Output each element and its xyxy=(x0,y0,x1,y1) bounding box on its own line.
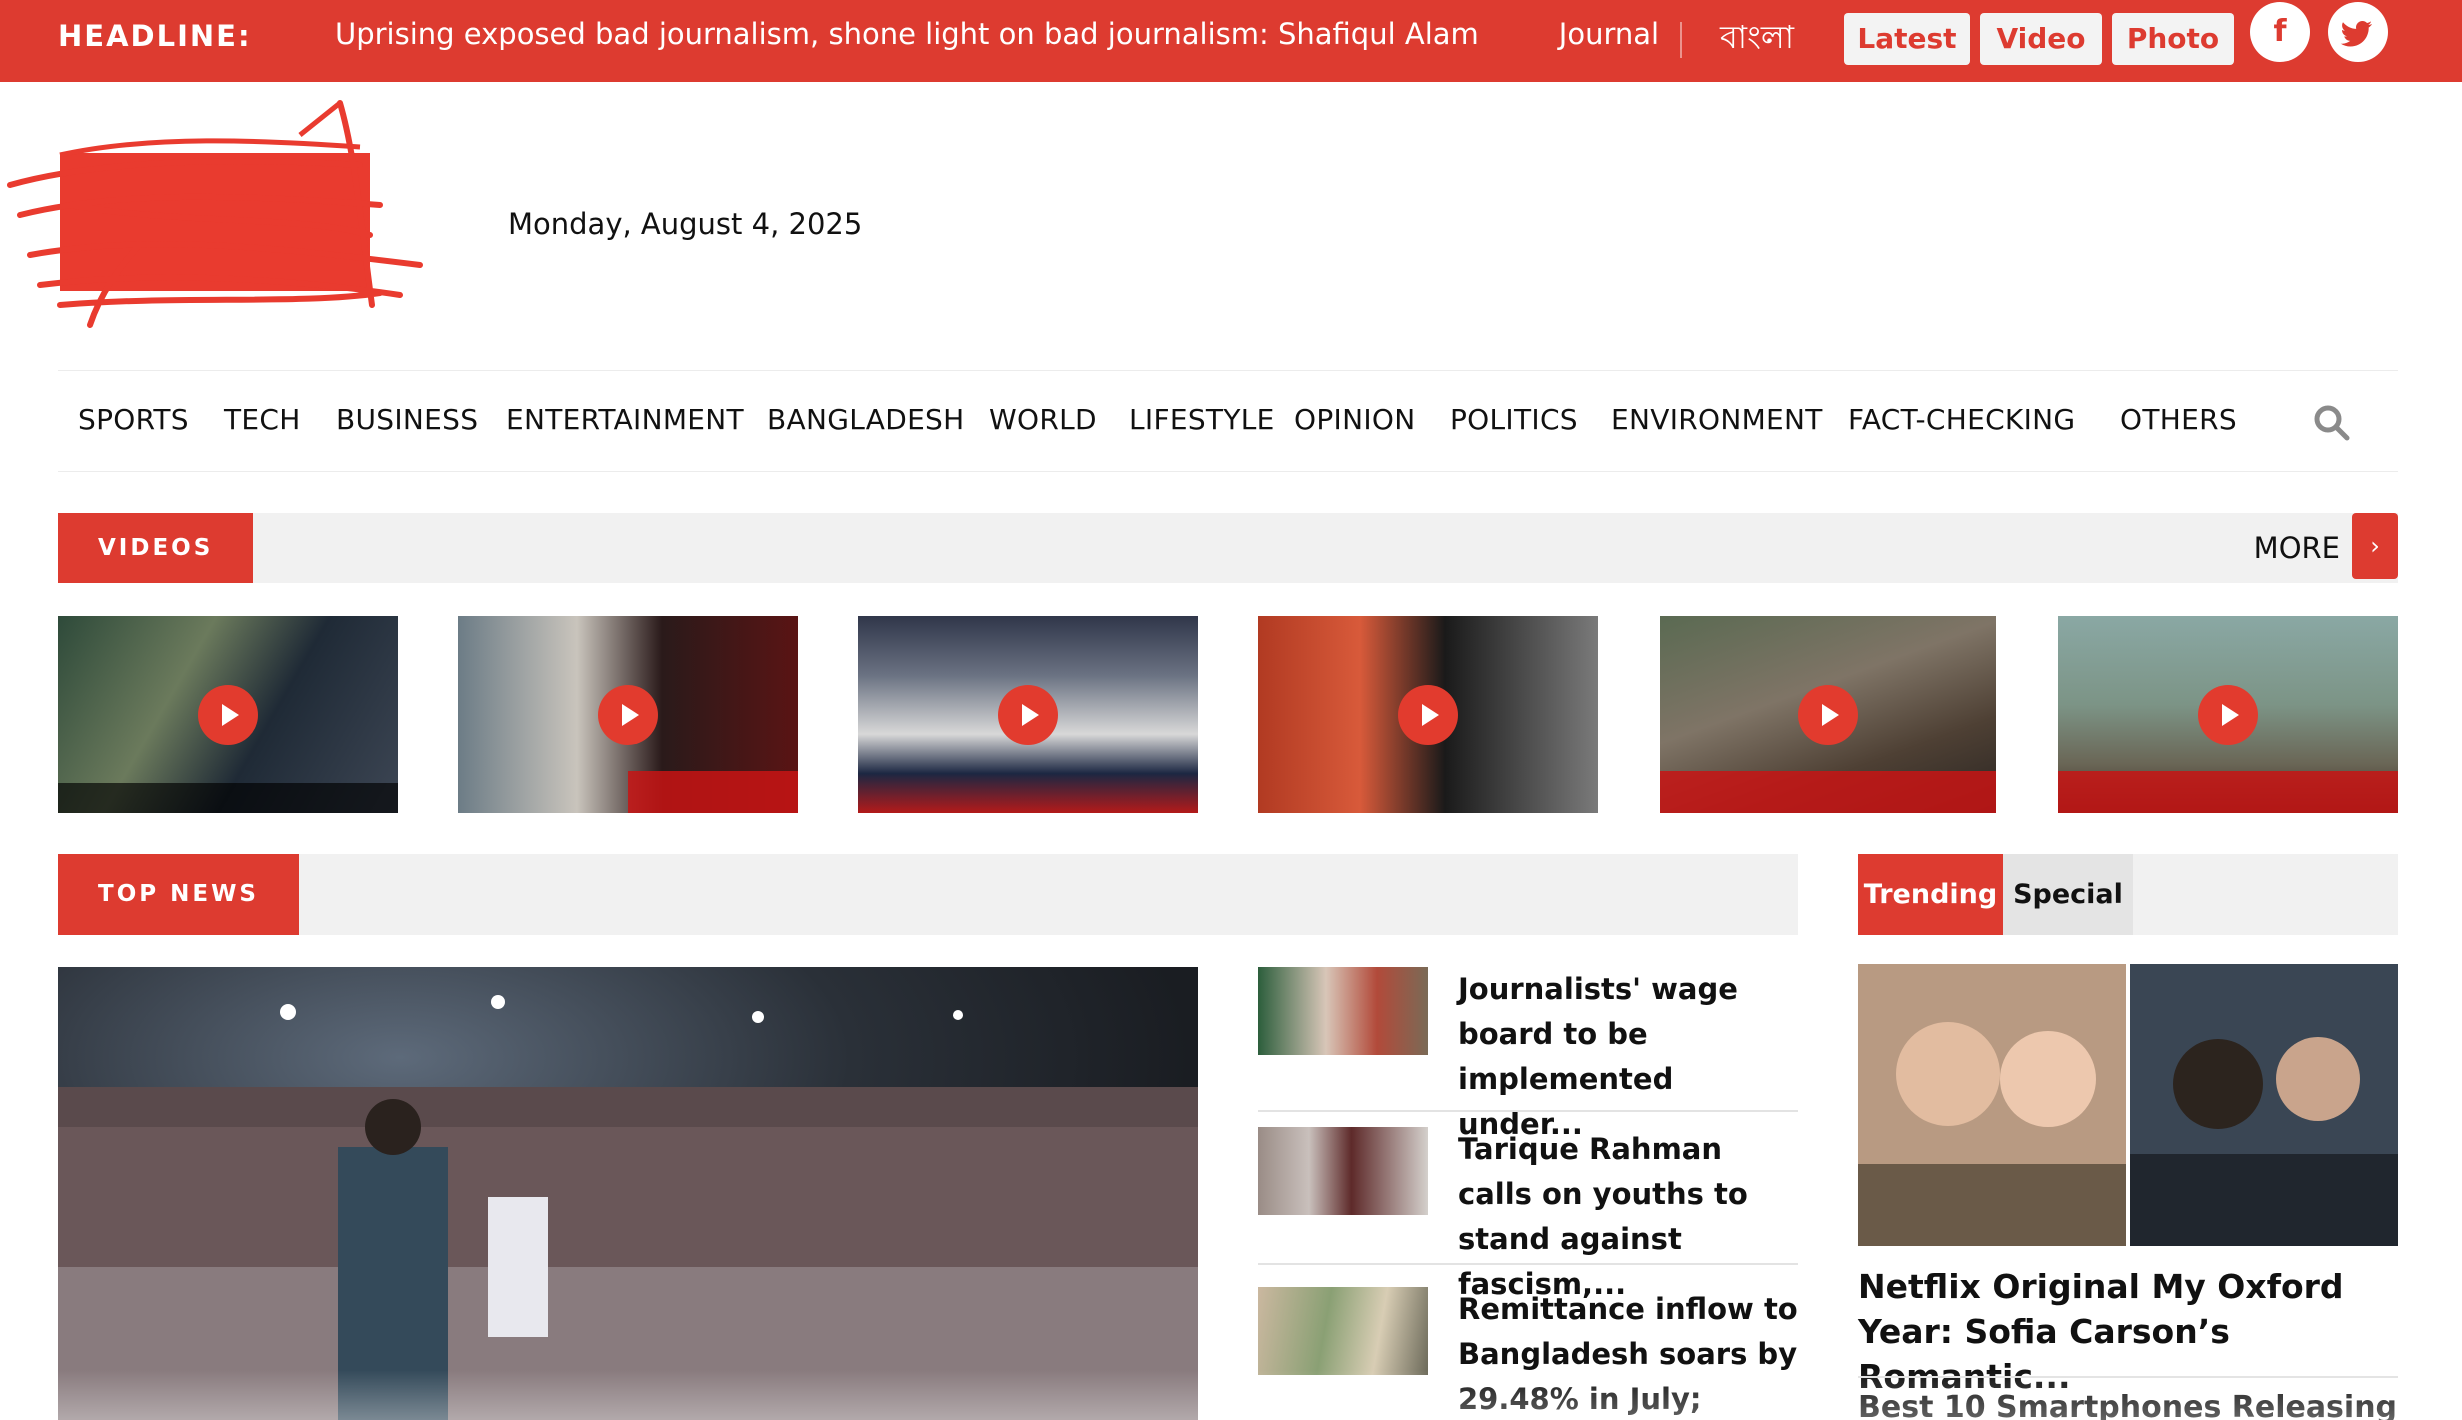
top-headline-bar: HEADLINE: Uprising exposed bad journalis… xyxy=(0,0,2462,82)
news-title[interactable]: Tarique Rahman calls on youths to stand … xyxy=(1458,1127,1798,1307)
twitter-bird-icon xyxy=(2340,21,2372,47)
trending-divider xyxy=(1858,1376,2398,1378)
facebook-icon[interactable]: f xyxy=(2250,2,2310,62)
search-icon[interactable] xyxy=(2312,403,2352,443)
video-thumbnail[interactable] xyxy=(1660,616,1996,813)
top-news-section-header: TOP NEWS xyxy=(58,854,1798,935)
news-divider xyxy=(1258,1263,1798,1265)
ticker-item[interactable]: Journalists' wage board to be implemente… xyxy=(1559,17,1660,51)
nav-item-tech[interactable]: TECH xyxy=(224,403,301,436)
photo-button[interactable]: Photo xyxy=(2112,13,2234,65)
movie-poster-image xyxy=(1858,964,2398,1246)
chevron-right-icon[interactable]: › xyxy=(2352,513,2398,579)
ticker-divider xyxy=(1680,22,1682,58)
videos-label: VIDEOS xyxy=(58,513,254,583)
thumbnail-caption-strip xyxy=(58,783,398,813)
news-divider xyxy=(1258,1110,1798,1112)
thumbnail-caption-strip xyxy=(1660,771,1996,813)
nav-item-business[interactable]: BUSINESS xyxy=(336,403,478,436)
video-thumbnail[interactable] xyxy=(458,616,798,813)
trending-feature-image[interactable] xyxy=(1858,964,2398,1246)
play-icon[interactable] xyxy=(198,684,258,745)
headline-ticker[interactable]: Uprising exposed bad journalism, shone l… xyxy=(335,0,1660,82)
nav-item-lifestyle[interactable]: LIFESTYLE xyxy=(1129,403,1275,436)
nav-item-fact-checking[interactable]: FACT-CHECKING xyxy=(1848,403,2075,436)
tab-trending[interactable]: Trending xyxy=(1858,854,2003,935)
news-thumbnail[interactable] xyxy=(1258,1287,1428,1375)
crowd-photo xyxy=(58,995,1198,1420)
site-logo-redacted[interactable] xyxy=(0,95,460,340)
play-icon[interactable] xyxy=(998,684,1058,745)
nav-item-others[interactable]: OTHERS xyxy=(2120,403,2237,436)
current-date: Monday, August 4, 2025 xyxy=(508,207,863,241)
nav-item-politics[interactable]: POLITICS xyxy=(1450,403,1578,436)
redaction-scribble xyxy=(7,100,423,328)
news-title[interactable]: Remittance inflow to Bangladesh soars by… xyxy=(1458,1287,1798,1420)
news-thumbnail[interactable] xyxy=(1258,1127,1428,1215)
nav-item-bangladesh[interactable]: BANGLADESH xyxy=(767,403,964,436)
play-icon[interactable] xyxy=(2198,684,2258,745)
video-thumbnail[interactable] xyxy=(58,616,398,813)
ticker-item[interactable]: Uprising exposed bad journalism, shone l… xyxy=(335,17,1479,51)
main-navigation: SPORTS TECH BUSINESS ENTERTAINMENT BANGL… xyxy=(58,370,2398,472)
top-news-main-image[interactable] xyxy=(58,967,1198,1420)
ticker-track: Uprising exposed bad journalism, shone l… xyxy=(335,17,1660,51)
trending-tabs: Trending Special xyxy=(1858,854,2398,935)
play-icon[interactable] xyxy=(598,684,658,745)
trending-feature-title[interactable]: Netflix Original My Oxford Year: Sofia C… xyxy=(1858,1264,2398,1399)
video-thumbnail[interactable] xyxy=(858,616,1198,813)
twitter-icon[interactable] xyxy=(2328,2,2388,62)
nav-item-opinion[interactable]: OPINION xyxy=(1294,403,1415,436)
news-thumbnail[interactable] xyxy=(1258,967,1428,1055)
headline-label: HEADLINE: xyxy=(58,19,252,53)
trending-next-title[interactable]: Best 10 Smartphones Releasing in xyxy=(1858,1390,2398,1420)
video-thumbnail[interactable] xyxy=(2058,616,2398,813)
play-icon[interactable] xyxy=(1398,684,1458,745)
magnifier-icon xyxy=(2314,405,2350,441)
news-title[interactable]: Journalists' wage board to be implemente… xyxy=(1458,967,1798,1147)
nav-item-entertainment[interactable]: ENTERTAINMENT xyxy=(506,403,744,436)
latest-button[interactable]: Latest xyxy=(1844,13,1970,65)
nav-item-sports[interactable]: SPORTS xyxy=(78,403,189,436)
videos-section-header: VIDEOS MORE › xyxy=(58,513,2398,583)
language-switch[interactable]: বাংলা xyxy=(1720,12,1794,66)
tab-special[interactable]: Special xyxy=(2003,854,2133,935)
more-link[interactable]: MORE xyxy=(2254,531,2340,565)
nav-item-world[interactable]: WORLD xyxy=(989,403,1097,436)
play-icon[interactable] xyxy=(1798,684,1858,745)
video-thumbnail[interactable] xyxy=(1258,616,1598,813)
thumbnail-caption-strip xyxy=(2058,771,2398,813)
video-button[interactable]: Video xyxy=(1980,13,2102,65)
thumbnail-caption-strip xyxy=(628,771,798,813)
nav-item-environment[interactable]: ENVIRONMENT xyxy=(1611,403,1823,436)
top-news-label: TOP NEWS xyxy=(58,854,300,935)
